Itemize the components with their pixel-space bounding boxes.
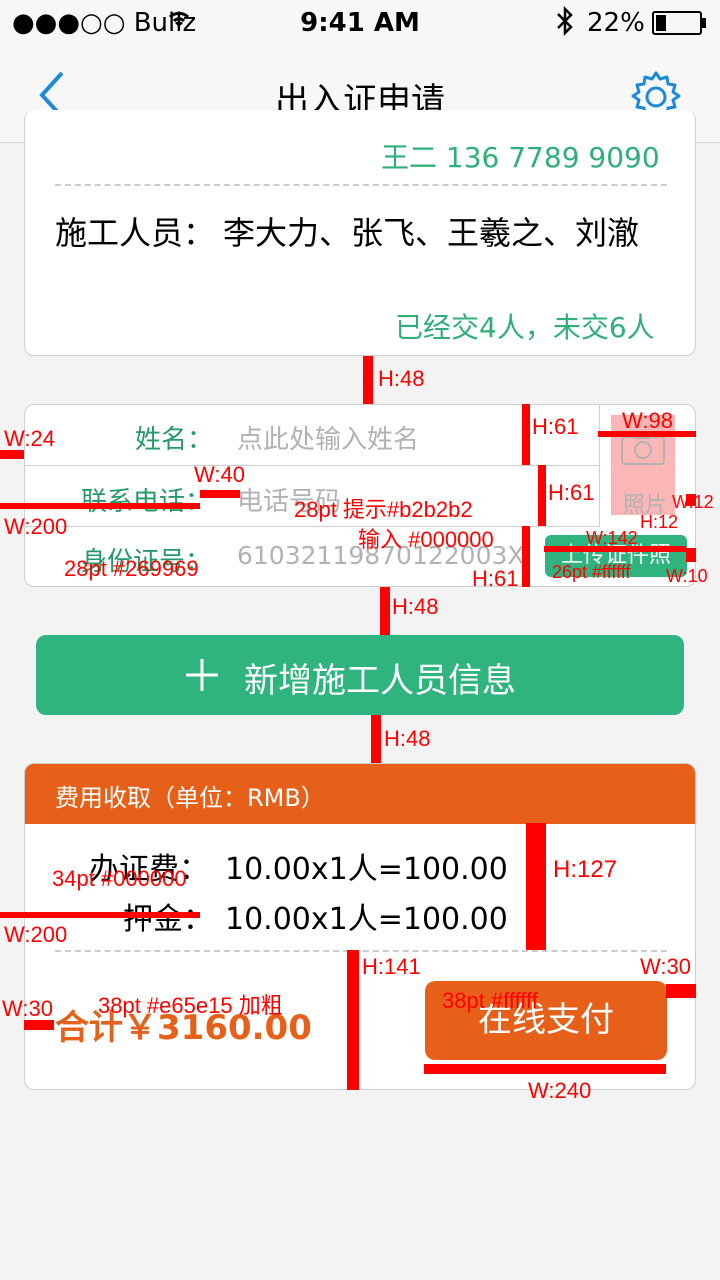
annotation-label: 28pt 提示#b2b2b2: [294, 497, 473, 522]
divider: [25, 526, 600, 527]
fee-header: 费用收取（单位：RMB）: [25, 764, 695, 824]
deposit-value: 10.00x1人=100.00: [225, 902, 508, 937]
annotation-label: 26pt #ffffff: [552, 562, 631, 582]
spacer-marker: [666, 984, 696, 998]
annotation-label: W:200: [4, 514, 68, 539]
spacer-marker: [526, 823, 546, 950]
annotation-label: 输入 #000000: [358, 527, 494, 552]
spacer-marker: [424, 1064, 666, 1074]
annotation-label: W:142: [586, 528, 638, 548]
spacer-marker: [380, 587, 390, 635]
annotation-label: H:61: [472, 566, 519, 591]
annotation-label: H:127: [553, 856, 618, 883]
cert-fee-value: 10.00x1人=100.00: [225, 852, 508, 887]
annotation-label: H:61: [532, 414, 579, 439]
status-bar: ●●●○○ Bullz 9:41 AM 22%: [0, 0, 720, 45]
phone-label: 联系电话：: [81, 487, 212, 517]
worker-summary-card: 王二 136 7789 9090 施工人员： 李大力、张飞、王羲之、刘澈 已经交…: [24, 110, 696, 356]
annotation-label: H:48: [392, 594, 439, 619]
spacer-marker: [363, 356, 373, 404]
annotation-label: W:24: [4, 426, 55, 451]
spacer-marker: [200, 490, 240, 498]
annotation-label: W:30: [640, 954, 691, 979]
contact-line: 王二 136 7789 9090: [381, 141, 660, 174]
annotation-label: 28pt #269969: [64, 556, 199, 581]
spacer-marker: [0, 912, 200, 918]
name-input[interactable]: 点此处输入姓名: [237, 419, 419, 456]
bluetooth-icon: [555, 5, 575, 43]
fee-card: 费用收取（单位：RMB） 办证费： 10.00x1人=100.00 押金： 10…: [24, 763, 696, 1090]
battery-icon: [652, 11, 706, 35]
annotation-label: W:200: [4, 922, 68, 947]
spacer-marker: [0, 503, 200, 509]
annotation-label: W:40: [194, 462, 245, 487]
annotation-label: W:98: [622, 408, 673, 433]
spacer-marker: [522, 526, 530, 587]
annotation-label: H:61: [548, 480, 595, 505]
payment-summary: 已经交4人，未交6人: [395, 311, 655, 344]
battery-percent: 22%: [587, 8, 645, 38]
annotation-label: W:10: [666, 566, 708, 586]
spacer-marker: [347, 950, 359, 1090]
spacer-marker: [522, 404, 530, 465]
annotation-label: 34pt #000000: [52, 866, 187, 891]
name-label: 姓名：: [135, 425, 214, 455]
divider: [25, 465, 600, 466]
add-worker-label: 新增施工人员信息: [244, 661, 516, 701]
divider: [599, 405, 600, 526]
workers-label: 施工人员：: [55, 214, 216, 252]
fee-header-title: 费用收取（单位：RMB）: [55, 784, 325, 812]
annotation-label: H:48: [384, 726, 431, 751]
annotation-label: W:30: [2, 996, 53, 1021]
annotation-label: H:12: [640, 512, 679, 532]
spacer-marker: [538, 465, 546, 526]
spacer-marker: [686, 548, 696, 562]
workers-list: 李大力、张飞、王羲之、刘澈: [223, 214, 640, 252]
annotation-label: H:48: [378, 366, 425, 391]
add-worker-button[interactable]: 新增施工人员信息: [36, 635, 684, 715]
annotation-label: W:12: [672, 492, 714, 512]
divider: [55, 184, 667, 186]
divider: [55, 950, 667, 952]
annotation-label: 38pt #ffffff: [442, 988, 538, 1013]
plus-icon: [184, 657, 220, 697]
annotation-label: H:141: [362, 954, 421, 979]
spacer-marker: [371, 715, 381, 763]
annotation-label: W:240: [528, 1078, 592, 1103]
annotation-label: 38pt #e65e15 加粗: [98, 993, 283, 1018]
